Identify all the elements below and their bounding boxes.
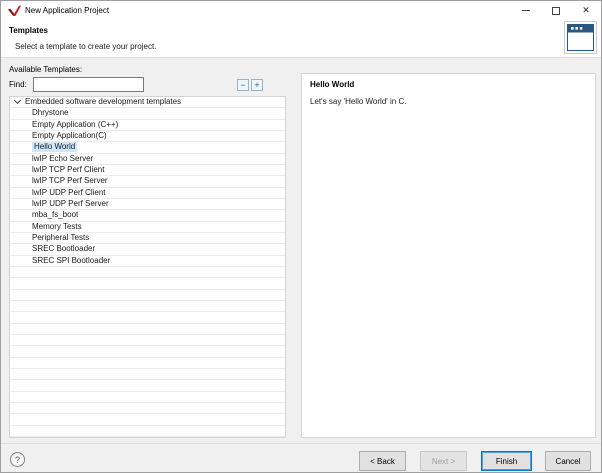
- maximize-button[interactable]: [541, 1, 571, 20]
- tree-item-label: Peripheral Tests: [32, 233, 89, 243]
- collapse-all-button[interactable]: −: [237, 79, 249, 91]
- maximize-icon: [552, 7, 560, 15]
- expand-all-button[interactable]: +: [251, 79, 263, 91]
- tree-item-label: Empty Application(C): [32, 131, 107, 141]
- tree-empty-row: [10, 392, 285, 403]
- tree-item-lwip-udp-perf-client[interactable]: lwIP UDP Perf Client: [10, 188, 285, 199]
- tree-empty-row: [10, 290, 285, 301]
- help-button[interactable]: ?: [10, 452, 25, 467]
- tree-empty-row: [10, 369, 285, 380]
- cancel-button[interactable]: Cancel: [545, 451, 591, 471]
- titlebar: New Application Project ✕: [1, 1, 601, 20]
- tree-item-lwip-tcp-perf-client[interactable]: lwIP TCP Perf Client: [10, 165, 285, 176]
- tree-item-label: lwIP Echo Server: [32, 154, 93, 164]
- close-icon: ✕: [582, 6, 590, 15]
- back-button[interactable]: < Back: [359, 451, 406, 471]
- tree-empty-row: [10, 358, 285, 369]
- next-button[interactable]: Next >: [420, 451, 467, 471]
- tree-item-label: SREC Bootloader: [32, 244, 95, 254]
- finish-button[interactable]: Finish: [481, 451, 532, 471]
- templates-tree[interactable]: Embedded software development templatesD…: [9, 96, 286, 438]
- tree-item-empty-application-c[interactable]: Empty Application(C): [10, 131, 285, 142]
- tree-empty-row: [10, 267, 285, 278]
- tree-item-hello-world[interactable]: Hello World: [10, 142, 285, 153]
- tree-root-label: Embedded software development templates: [25, 97, 181, 107]
- tree-empty-row: [10, 278, 285, 289]
- tree-item-label: Dhrystone: [32, 108, 68, 118]
- tree-item-lwip-udp-perf-server[interactable]: lwIP UDP Perf Server: [10, 199, 285, 210]
- page-title: Templates: [9, 26, 48, 35]
- find-label: Find:: [9, 80, 27, 89]
- wizard-header: Templates Select a template to create yo…: [1, 20, 601, 58]
- template-details-title: Hello World: [310, 80, 354, 89]
- tree-item-lwip-echo-server[interactable]: lwIP Echo Server: [10, 154, 285, 165]
- tree-item-label: Empty Application (C++): [32, 120, 118, 130]
- tree-item-label: Hello World: [32, 142, 77, 152]
- tree-item-memory-tests[interactable]: Memory Tests: [10, 222, 285, 233]
- tree-item-label: lwIP UDP Perf Server: [32, 199, 109, 209]
- tree-item-label: SREC SPI Bootloader: [32, 256, 110, 266]
- tree-empty-row: [10, 324, 285, 335]
- tree-empty-row: [10, 403, 285, 414]
- tree-item-label: Memory Tests: [32, 222, 82, 232]
- tree-empty-row: [10, 426, 285, 437]
- wizard-body: Available Templates: Find: − + Embedded …: [1, 58, 602, 443]
- minimize-icon: [522, 10, 530, 11]
- tree-item-label: mba_fs_boot: [32, 210, 78, 220]
- tree-item-peripheral-tests[interactable]: Peripheral Tests: [10, 233, 285, 244]
- tree-item-label: lwIP UDP Perf Client: [32, 188, 106, 198]
- window-title: New Application Project: [25, 6, 109, 15]
- tree-empty-row: [10, 346, 285, 357]
- new-application-project-dialog: New Application Project ✕ Templates Sele…: [0, 0, 602, 473]
- tree-empty-row: [10, 335, 285, 346]
- tree-item-srec-bootloader[interactable]: SREC Bootloader: [10, 244, 285, 255]
- tree-item-srec-spi-bootloader[interactable]: SREC SPI Bootloader: [10, 256, 285, 267]
- tree-empty-row: [10, 414, 285, 425]
- tree-item-label: lwIP TCP Perf Server: [32, 176, 108, 186]
- button-bar: ? < Back Next > Finish Cancel: [1, 443, 602, 473]
- available-templates-label: Available Templates:: [9, 65, 82, 74]
- template-details-description: Let's say 'Hello World' in C.: [310, 97, 406, 106]
- help-icon: ?: [15, 455, 20, 465]
- application-window-icon: [564, 21, 597, 54]
- tree-empty-row: [10, 312, 285, 323]
- chevron-down-icon[interactable]: [14, 97, 21, 104]
- window-controls: ✕: [511, 1, 601, 20]
- tree-empty-row: [10, 301, 285, 312]
- page-subtitle: Select a template to create your project…: [15, 42, 156, 51]
- tree-item-dhrystone[interactable]: Dhrystone: [10, 108, 285, 119]
- tree-root-embedded-software-development-templates[interactable]: Embedded software development templates: [10, 97, 285, 108]
- close-button[interactable]: ✕: [571, 1, 601, 20]
- xilinx-logo-icon: [7, 5, 21, 17]
- tree-item-label: lwIP TCP Perf Client: [32, 165, 104, 175]
- tree-empty-row: [10, 380, 285, 391]
- minimize-button[interactable]: [511, 1, 541, 20]
- tree-item-mba-fs-boot[interactable]: mba_fs_boot: [10, 210, 285, 221]
- template-details-panel: Hello World Let's say 'Hello World' in C…: [301, 73, 596, 438]
- tree-item-lwip-tcp-perf-server[interactable]: lwIP TCP Perf Server: [10, 176, 285, 187]
- tree-item-empty-application-c[interactable]: Empty Application (C++): [10, 120, 285, 131]
- find-input[interactable]: [33, 77, 144, 92]
